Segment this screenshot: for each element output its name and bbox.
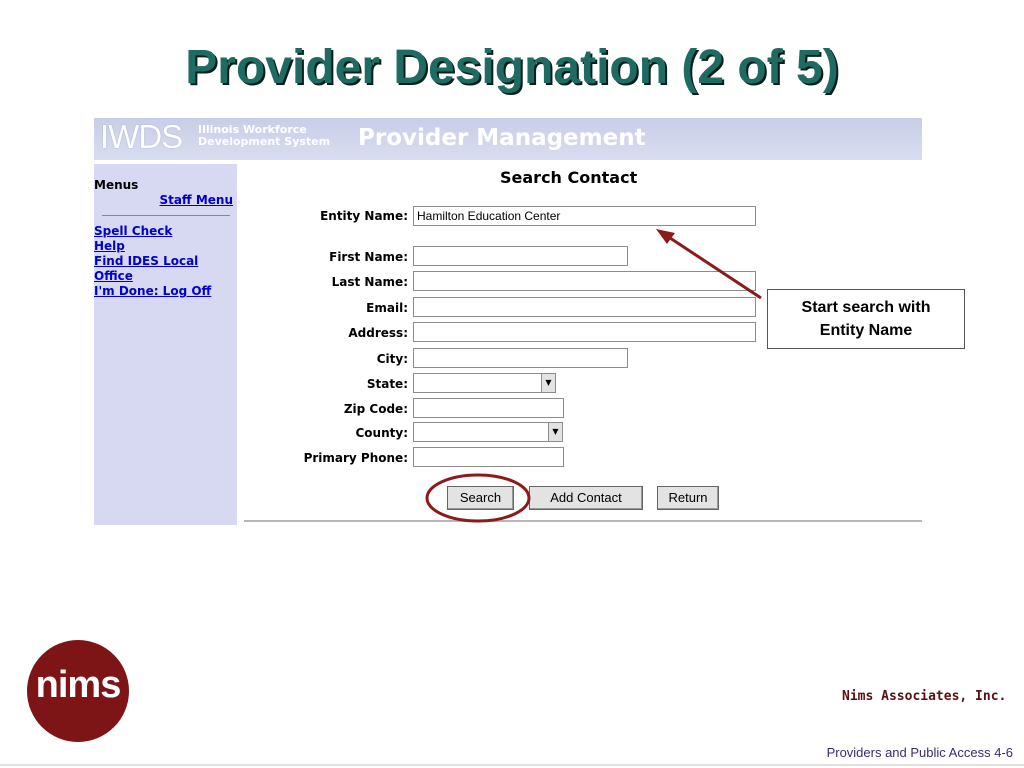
banner-subtitle-line2: Development System bbox=[198, 135, 331, 148]
address-input[interactable] bbox=[413, 322, 756, 342]
help-link[interactable]: Help bbox=[94, 239, 125, 254]
zip-code-input[interactable] bbox=[413, 398, 564, 418]
add-contact-button[interactable]: Add Contact bbox=[529, 486, 643, 510]
annotation-callout: Start search with Entity Name bbox=[767, 289, 965, 349]
callout-line2: Entity Name bbox=[819, 322, 913, 339]
find-ides-office-link-line2[interactable]: Office bbox=[94, 269, 133, 284]
sidebar-divider bbox=[102, 215, 230, 216]
state-label: State: bbox=[366, 377, 408, 391]
entity-name-input[interactable]: Hamilton Education Center bbox=[413, 206, 756, 226]
zip-code-label: Zip Code: bbox=[343, 402, 408, 416]
return-button[interactable]: Return bbox=[657, 486, 719, 510]
last-name-input[interactable] bbox=[413, 271, 756, 291]
primary-phone-input[interactable] bbox=[413, 447, 564, 467]
county-select[interactable]: ▼ bbox=[413, 422, 563, 442]
banner-subtitle: Illinois Workforce Development System bbox=[198, 124, 330, 148]
email-label: Email: bbox=[366, 301, 408, 315]
log-off-link[interactable]: I'm Done: Log Off bbox=[94, 284, 211, 299]
nims-logo: nims bbox=[27, 640, 129, 742]
sidebar: Menus Staff Menu Spell Check Help Find I… bbox=[94, 164, 237, 525]
company-name: Nims Associates, Inc. bbox=[842, 689, 1007, 704]
form-bottom-divider bbox=[244, 520, 922, 522]
state-select[interactable]: ▼ bbox=[413, 373, 556, 393]
iwds-logo: IWDS bbox=[100, 118, 183, 155]
city-input[interactable] bbox=[413, 348, 628, 368]
dropdown-arrow-icon[interactable]: ▼ bbox=[548, 423, 562, 441]
slide-title: Provider Designation (2 of 5) bbox=[185, 41, 839, 94]
primary-phone-label: Primary Phone: bbox=[303, 451, 408, 465]
email-input[interactable] bbox=[413, 297, 756, 317]
app-banner: IWDS Illinois Workforce Development Syst… bbox=[94, 118, 922, 160]
menus-label: Menus bbox=[94, 178, 139, 192]
first-name-input[interactable] bbox=[413, 246, 628, 266]
search-button[interactable]: Search bbox=[447, 486, 514, 510]
form-heading: Search Contact bbox=[500, 168, 638, 187]
banner-title: Provider Management bbox=[358, 125, 646, 151]
spell-check-link[interactable]: Spell Check bbox=[94, 224, 172, 239]
find-ides-office-link[interactable]: Find IDES Local bbox=[94, 254, 198, 269]
staff-menu-link[interactable]: Staff Menu bbox=[159, 193, 233, 207]
callout-line1: Start search with bbox=[801, 299, 931, 316]
dropdown-arrow-icon[interactable]: ▼ bbox=[541, 374, 555, 392]
city-label: City: bbox=[376, 352, 408, 366]
address-label: Address: bbox=[348, 326, 408, 340]
county-label: County: bbox=[355, 426, 409, 440]
first-name-label: First Name: bbox=[329, 250, 408, 264]
slide-footer: Providers and Public Access 4-6 bbox=[826, 745, 1013, 760]
last-name-label: Last Name: bbox=[331, 275, 408, 289]
nims-logo-text: nims bbox=[35, 664, 122, 706]
footer-divider bbox=[0, 764, 1024, 766]
entity-name-label: Entity Name: bbox=[320, 209, 408, 223]
